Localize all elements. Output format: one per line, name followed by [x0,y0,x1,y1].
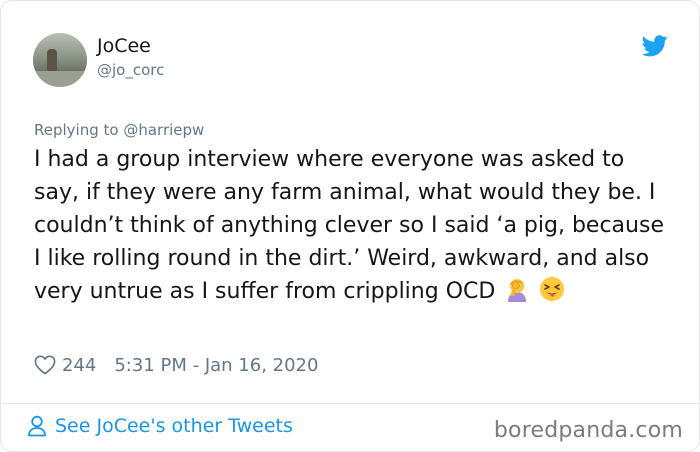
tweet-text: I had a group interview where everyone w… [34,143,674,308]
replying-prefix: Replying to [34,121,124,139]
author-name[interactable]: JoCee [97,35,151,57]
replying-to: Replying to @harriepw [34,121,204,139]
tweet-meta: 244 5:31 PM - Jan 16, 2020 [34,352,318,378]
person-icon [28,415,46,437]
tweet-card: JoCee @jo_corc Replying to @harriepw I h… [0,0,700,452]
heart-icon[interactable] [34,354,56,376]
see-other-tweets-link[interactable]: See JoCee's other Tweets [27,415,293,437]
divider [1,403,699,404]
avatar[interactable] [33,33,87,87]
see-other-tweets-label: See JoCee's other Tweets [55,415,293,437]
like-count: 244 [62,354,97,376]
author-handle[interactable]: @jo_corc [97,61,164,79]
replying-handle-link[interactable]: @harriepw [123,121,204,139]
squinting-tongue-emoji-icon [540,277,565,301]
boredpanda-watermark: boredpanda.com [493,418,683,443]
tweet-timestamp[interactable]: 5:31 PM - Jan 16, 2020 [114,355,318,376]
facepalm-emoji-icon [508,279,527,302]
tweet-text-body: I had a group interview where everyone w… [34,147,664,304]
twitter-bird-icon[interactable] [642,35,668,57]
